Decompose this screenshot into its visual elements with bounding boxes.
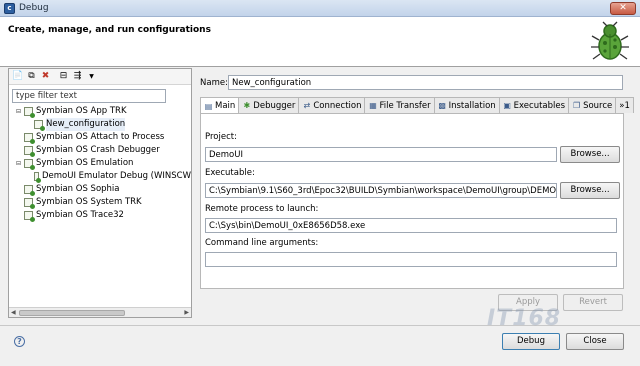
tree-item-crash-debugger[interactable]: Symbian OS Crash Debugger	[15, 144, 191, 157]
tree-item-symbian-app-trk[interactable]: ⊟ Symbian OS App TRK	[15, 105, 191, 118]
bug-icon: ✱	[243, 101, 251, 110]
tree-item-trace32[interactable]: Symbian OS Trace32	[15, 209, 191, 222]
command-line-args-label: Command line arguments:	[205, 238, 319, 248]
browse-project-button[interactable]: Browse...	[560, 146, 620, 163]
source-icon: ❐	[572, 101, 581, 110]
tab-file-transfer[interactable]: ▦ File Transfer	[364, 97, 435, 113]
title-bar: c Debug ✕	[0, 0, 640, 17]
tree-item-new-configuration[interactable]: New_configuration	[15, 118, 191, 131]
name-field[interactable]: New_configuration	[228, 75, 623, 90]
tree-item-demoui-emulator-debug[interactable]: DemoUI Emulator Debug (WINSCW	[15, 170, 191, 183]
tab-label: Debugger	[253, 100, 296, 111]
watermark-logo: IT168	[487, 306, 562, 331]
config-type-icon	[24, 159, 35, 170]
app-icon: c	[4, 3, 15, 14]
executable-field[interactable]: C:\Symbian\9.1\S60_3rd\Epoc32\BUILD\Symb…	[205, 183, 557, 198]
window-close-button[interactable]: ✕	[610, 2, 636, 15]
tab-overflow-label: »1	[619, 100, 630, 111]
collapse-all-icon[interactable]: ⊟	[58, 71, 69, 82]
tree-item-system-trk[interactable]: Symbian OS System TRK	[15, 196, 191, 209]
debug-button[interactable]: Debug	[502, 333, 560, 350]
main-tab-panel: Project: DemoUI Browse... Executable: C:…	[200, 113, 624, 289]
tab-installation[interactable]: ▩ Installation	[433, 97, 500, 113]
config-type-icon	[24, 133, 35, 144]
config-icon	[34, 120, 45, 131]
tree-item-label: Symbian OS Attach to Process	[36, 132, 165, 142]
revert-button[interactable]: Revert	[563, 294, 623, 311]
config-type-icon	[24, 185, 35, 196]
tree-item-label: Symbian OS Crash Debugger	[36, 145, 160, 155]
tab-label: Executables	[513, 100, 566, 111]
config-type-icon	[24, 211, 35, 222]
config-toolbar: 📄 ⧉ ✖ ⊟ ⇶ ▼	[9, 69, 191, 85]
config-type-icon	[24, 146, 35, 157]
project-label: Project:	[205, 132, 237, 142]
connection-icon: ⇄	[303, 101, 311, 110]
scroll-right-icon[interactable]: ▶	[184, 309, 189, 316]
remote-process-field[interactable]: C:\Sys\bin\DemoUI_0xE8656D58.exe	[205, 218, 617, 233]
filter-icon[interactable]: ⇶	[72, 71, 83, 82]
tab-label: File Transfer	[379, 100, 431, 111]
tab-source[interactable]: ❐ Source	[568, 97, 617, 113]
scroll-thumb[interactable]	[19, 310, 125, 316]
banner-title: Create, manage, and run configurations	[8, 25, 211, 35]
browse-executable-button[interactable]: Browse...	[560, 182, 620, 199]
config-type-icon	[24, 107, 35, 118]
help-icon[interactable]: ?	[14, 336, 25, 347]
config-icon	[34, 172, 41, 183]
delete-config-icon[interactable]: ✖	[40, 71, 51, 82]
executable-label: Executable:	[205, 168, 255, 178]
config-tree: ⊟ Symbian OS App TRK New_configuration S…	[9, 105, 191, 222]
executables-icon: ▣	[503, 101, 511, 110]
tab-label: Installation	[448, 100, 496, 111]
tree-item-label: Symbian OS System TRK	[36, 197, 142, 207]
tab-label: Connection	[313, 100, 362, 111]
installation-icon: ▩	[438, 101, 446, 110]
tree-item-label: Symbian OS Emulation	[36, 158, 134, 168]
config-type-icon	[24, 198, 35, 209]
config-tabs: ▤ Main ✱ Debugger ⇄ Connection ▦ File Tr…	[200, 97, 634, 114]
tab-main[interactable]: ▤ Main	[200, 97, 240, 114]
horizontal-scrollbar[interactable]: ◀ ▶	[9, 307, 191, 317]
tree-item-emulation[interactable]: ⊟ Symbian OS Emulation	[15, 157, 191, 170]
tab-label: Source	[583, 100, 613, 111]
close-button[interactable]: Close	[566, 333, 624, 350]
tree-item-label: DemoUI Emulator Debug (WINSCW	[42, 171, 191, 181]
file-transfer-icon: ▦	[369, 101, 377, 110]
tree-item-attach-to-process[interactable]: Symbian OS Attach to Process	[15, 131, 191, 144]
filter-menu-dropdown-icon[interactable]: ▼	[86, 71, 97, 82]
tree-item-label: Symbian OS Sophia	[36, 184, 120, 194]
tab-connection[interactable]: ⇄ Connection	[298, 97, 366, 113]
tree-item-sophia[interactable]: Symbian OS Sophia	[15, 183, 191, 196]
tree-item-label: Symbian OS Trace32	[36, 210, 124, 220]
configuration-list-panel: 📄 ⧉ ✖ ⊟ ⇶ ▼ ⊟ Symbian OS App TRK New_con…	[8, 68, 192, 318]
remote-process-label: Remote process to launch:	[205, 204, 319, 214]
command-line-args-field[interactable]	[205, 252, 617, 267]
tree-item-label: New_configuration	[46, 118, 126, 131]
tab-overflow[interactable]: »1	[615, 97, 634, 113]
collapse-icon[interactable]: ⊟	[15, 105, 22, 118]
tab-label: Main	[215, 101, 236, 111]
main-tab-icon: ▤	[204, 101, 213, 111]
tree-item-label: Symbian OS App TRK	[36, 106, 127, 116]
window-title: Debug	[19, 3, 49, 13]
name-label: Name:	[200, 78, 228, 88]
debug-bug-icon	[591, 21, 629, 60]
duplicate-config-icon[interactable]: ⧉	[26, 71, 37, 82]
collapse-icon[interactable]: ⊟	[15, 157, 22, 170]
scroll-left-icon[interactable]: ◀	[11, 309, 16, 316]
dialog-banner: Create, manage, and run configurations	[0, 17, 640, 67]
project-field[interactable]: DemoUI	[205, 147, 557, 162]
new-config-icon[interactable]: 📄	[12, 71, 23, 82]
tab-executables[interactable]: ▣ Executables	[498, 97, 570, 113]
filter-input[interactable]	[12, 89, 166, 103]
tab-debugger[interactable]: ✱ Debugger	[238, 97, 300, 113]
